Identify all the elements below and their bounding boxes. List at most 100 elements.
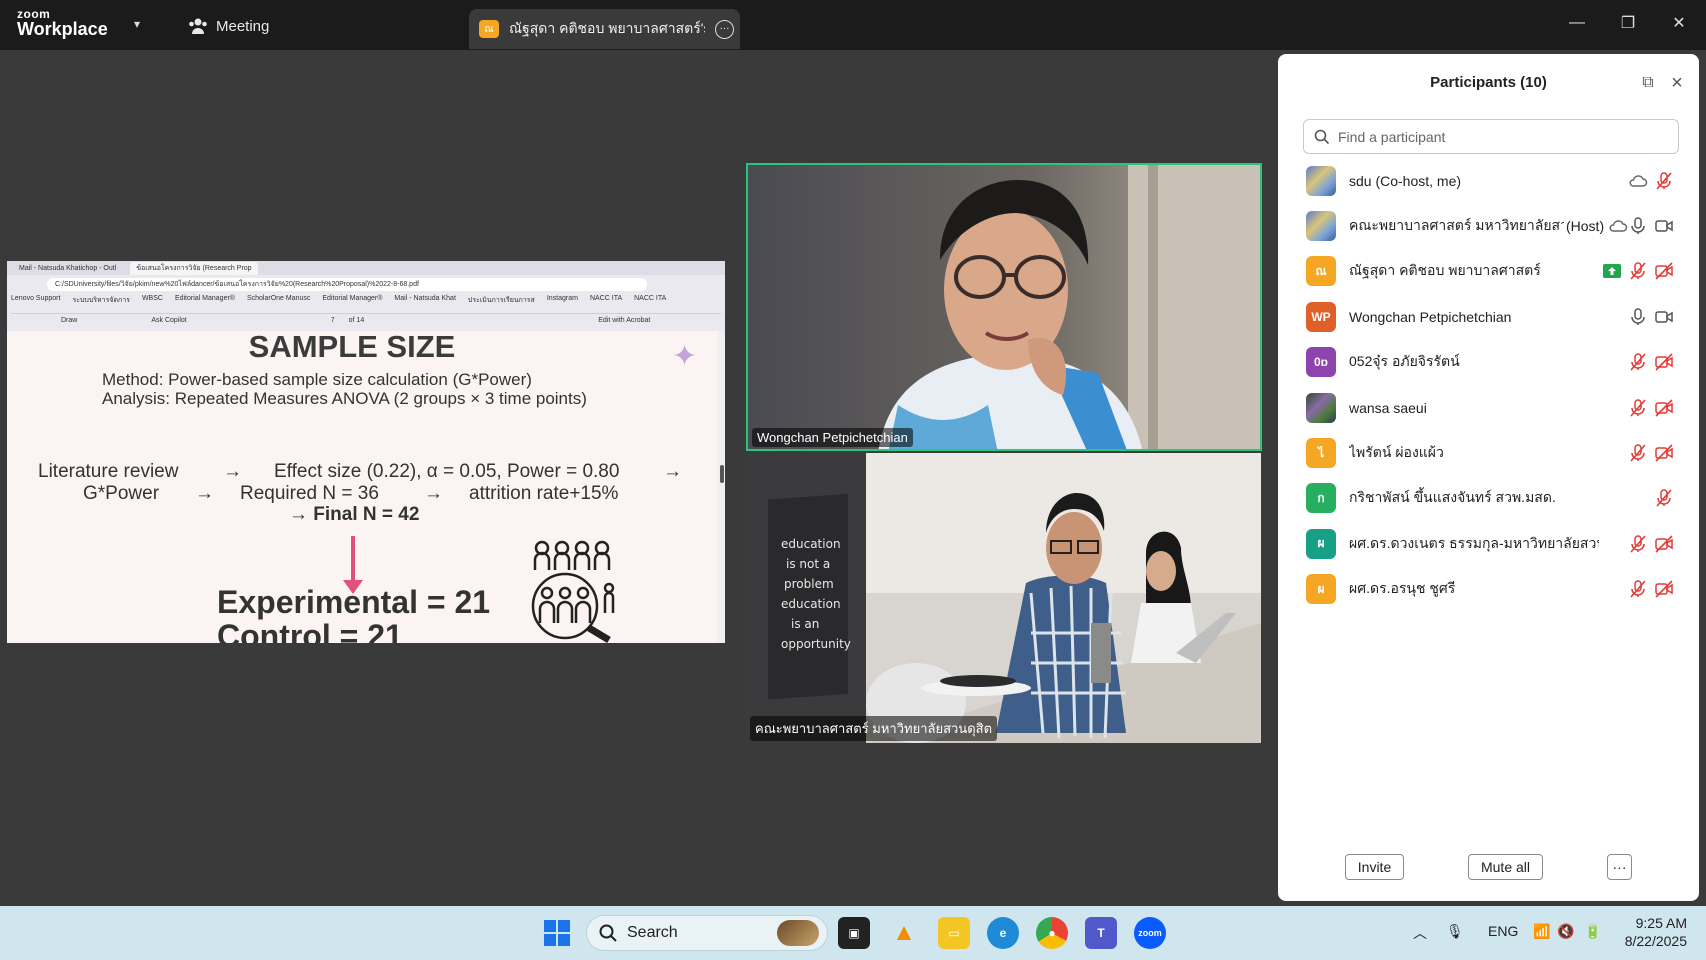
chevron-up-icon[interactable]: ︿ bbox=[1413, 923, 1427, 943]
cloud-icon bbox=[1628, 171, 1648, 191]
chevron-down-icon[interactable]: ▾ bbox=[134, 17, 140, 31]
participant-name: Wongchan Petpichetchian bbox=[1349, 308, 1512, 325]
restore-icon[interactable]: ❐ bbox=[1613, 10, 1643, 36]
language-indicator[interactable]: ENG bbox=[1488, 923, 1518, 939]
close-icon[interactable]: × bbox=[1668, 73, 1686, 93]
presentation-slide: ✦ SAMPLE SIZE Method: Power-based sample… bbox=[7, 329, 717, 643]
flow-arrow: → bbox=[424, 483, 443, 504]
panel-footer: Invite Mute all ··· bbox=[1278, 854, 1699, 880]
participant-search[interactable] bbox=[1303, 119, 1679, 154]
flow-effect-size: Effect size (0.22), α = 0.05, Power = 0.… bbox=[274, 461, 620, 482]
mic-icon[interactable] bbox=[1628, 216, 1648, 236]
participants-panel: Participants (10) ⧉ × sdu (Co-host, me) … bbox=[1278, 54, 1699, 901]
control-count: Control = 21 bbox=[217, 618, 403, 643]
participant-row[interactable]: ไ ไพรัตน์ ผ่องแผ้ว bbox=[1278, 430, 1699, 475]
participant-list: sdu (Co-host, me) คณะพยาบาลศาสตร์ มหาวิท… bbox=[1278, 158, 1699, 612]
screen-share-tab[interactable]: ณ ณัฐสุดา คติชอบ พยาบาลศาสตร์'s scre ··· bbox=[469, 9, 740, 49]
chrome-icon[interactable]: ● bbox=[1036, 917, 1068, 949]
flow-arrow: → bbox=[663, 461, 682, 482]
slide-method: Method: Power-based sample size calculat… bbox=[102, 370, 532, 389]
logo-bottom: Workplace bbox=[17, 19, 108, 39]
video-off-icon[interactable] bbox=[1654, 352, 1674, 372]
mic-muted-icon[interactable] bbox=[1654, 171, 1674, 191]
share-tab-label: ณัฐสุดา คติชอบ พยาบาลศาสตร์'s scre bbox=[509, 20, 705, 36]
video-tile-active-speaker[interactable]: Wongchan Petpichetchian bbox=[746, 163, 1262, 451]
participant-row[interactable]: ณ ณัฐสุดา คติชอบ พยาบาลศาสตร์ bbox=[1278, 249, 1699, 294]
minimize-icon[interactable]: — bbox=[1562, 10, 1592, 36]
pdf-scrollbar[interactable] bbox=[717, 331, 725, 643]
final-n: → Final N = 42 bbox=[289, 504, 420, 525]
shared-screen[interactable]: Mail - Natsuda Khatichop - Outl ข้อเสนอโ… bbox=[7, 261, 725, 643]
mic-muted-icon[interactable] bbox=[1654, 488, 1674, 508]
battery-icon[interactable]: 🔋 bbox=[1584, 923, 1601, 940]
pdf-tool: Edit with Acrobat bbox=[598, 317, 651, 324]
avatar: ไ bbox=[1306, 438, 1336, 469]
mic-muted-icon[interactable] bbox=[1628, 261, 1648, 281]
task-view-icon[interactable]: ▣ bbox=[838, 917, 870, 949]
participant-row[interactable]: คณะพยาบาลศาสตร์ มหาวิทยาลัยสวน... (Host) bbox=[1278, 203, 1699, 248]
windows-start-icon[interactable] bbox=[544, 920, 570, 946]
bookmarks-bar: Lenovo Support ระบบบริหารจัดการ WBSC Edi… bbox=[11, 295, 666, 307]
edge-icon[interactable]: e bbox=[987, 917, 1019, 949]
mic-icon[interactable]: 🎙 bbox=[1446, 923, 1464, 940]
participant-row[interactable]: 0ɒ 052จุ๋ร อภัยจิรรัตน์ bbox=[1278, 340, 1699, 385]
title-bar: zoom Workplace ▾ Meeting ณ ณัฐสุดา คติชอ… bbox=[0, 0, 1706, 50]
mic-muted-icon[interactable] bbox=[1628, 534, 1648, 554]
meeting-menu-button[interactable]: Meeting bbox=[188, 14, 269, 38]
participant-name: ณัฐสุดา คติชอบ พยาบาลศาสตร์ bbox=[1349, 262, 1541, 279]
mic-muted-icon[interactable] bbox=[1628, 443, 1648, 463]
participant-name: คณะพยาบาลศาสตร์ มหาวิทยาลัยสวน... bbox=[1349, 217, 1564, 234]
video-icon[interactable] bbox=[1654, 216, 1674, 236]
pdf-tool: Draw bbox=[61, 317, 78, 324]
slide-title: SAMPLE SIZE bbox=[248, 329, 456, 364]
wifi-icon[interactable]: 📶 bbox=[1533, 923, 1550, 940]
teams-icon[interactable]: T bbox=[1085, 917, 1117, 949]
video-off-icon[interactable] bbox=[1654, 261, 1674, 281]
taskbar-search[interactable]: Search bbox=[586, 915, 828, 951]
video-off-icon[interactable] bbox=[1654, 534, 1674, 554]
participant-row[interactable]: ผ ผศ.ดร.ดวงเนตร ธรรมกุล-มหาวิทยาลัยสวนดุ… bbox=[1278, 521, 1699, 566]
zoom-taskbar-icon[interactable]: zoom bbox=[1134, 917, 1166, 949]
participant-row[interactable]: wansa saeui bbox=[1278, 385, 1699, 430]
mic-muted-icon[interactable] bbox=[1628, 398, 1648, 418]
avatar: 0ɒ bbox=[1306, 347, 1336, 378]
volume-muted-icon[interactable]: 🔇 bbox=[1557, 923, 1574, 940]
zoom-logo[interactable]: zoom Workplace bbox=[17, 8, 108, 38]
video-off-icon[interactable] bbox=[1654, 579, 1674, 599]
video-tile[interactable]: education is not a problem education is … bbox=[746, 453, 1261, 743]
svg-text:problem: problem bbox=[784, 577, 834, 591]
bookmark: Editorial Manager® bbox=[322, 295, 383, 302]
flow-gpower: G*Power bbox=[83, 483, 160, 504]
bookmark: Instagram bbox=[546, 295, 578, 302]
bookmark: NACC ITA bbox=[634, 295, 667, 302]
bookmark: ระบบบริหารจัดการ bbox=[72, 297, 130, 304]
clock[interactable]: 9:25 AM 8/22/2025 bbox=[1615, 914, 1687, 950]
vlc-icon[interactable]: ▲ bbox=[888, 917, 920, 949]
mic-muted-icon[interactable] bbox=[1628, 579, 1648, 599]
mic-muted-icon[interactable] bbox=[1628, 352, 1648, 372]
participant-row[interactable]: ก กริชาพัสน์ ขึ้นแสงจันทร์ สวพ.มสด. bbox=[1278, 476, 1699, 521]
file-explorer-icon[interactable]: ▭ bbox=[938, 917, 970, 949]
more-options-icon[interactable]: ··· bbox=[715, 19, 734, 39]
participant-row[interactable]: ผ ผศ.ดร.อรนุช ชูศรี bbox=[1278, 567, 1699, 612]
bookmark: NACC ITA bbox=[589, 295, 623, 302]
pdf-page-number: 7 bbox=[330, 317, 335, 324]
bookmark: Mail - Natsuda Khat bbox=[394, 295, 456, 302]
participant-row[interactable]: WP Wongchan Petpichetchian bbox=[1278, 294, 1699, 339]
video-off-icon[interactable] bbox=[1654, 443, 1674, 463]
mic-icon[interactable] bbox=[1628, 307, 1648, 327]
pop-out-icon[interactable]: ⧉ bbox=[1639, 74, 1657, 92]
close-window-icon[interactable]: ✕ bbox=[1664, 10, 1694, 36]
flow-required-n: Required N = 36 bbox=[240, 483, 379, 504]
participant-name: กริชาพัสน์ ขึ้นแสงจันทร์ สวพ.มสด. bbox=[1349, 489, 1556, 506]
video-off-icon[interactable] bbox=[1654, 398, 1674, 418]
svg-text:is not a: is not a bbox=[786, 557, 830, 571]
participant-row[interactable]: sdu (Co-host, me) bbox=[1278, 158, 1699, 203]
invite-button[interactable]: Invite bbox=[1345, 854, 1404, 880]
search-input[interactable] bbox=[1338, 128, 1658, 145]
mute-all-button[interactable]: Mute all bbox=[1468, 854, 1543, 880]
more-options-button[interactable]: ··· bbox=[1607, 854, 1632, 880]
video-icon[interactable] bbox=[1654, 307, 1674, 327]
video-name-label: คณะพยาบาลศาสตร์ มหาวิทยาลัยสวนดุสิต bbox=[750, 716, 998, 741]
slide-analysis: Analysis: Repeated Measures ANOVA (2 gro… bbox=[102, 389, 587, 408]
